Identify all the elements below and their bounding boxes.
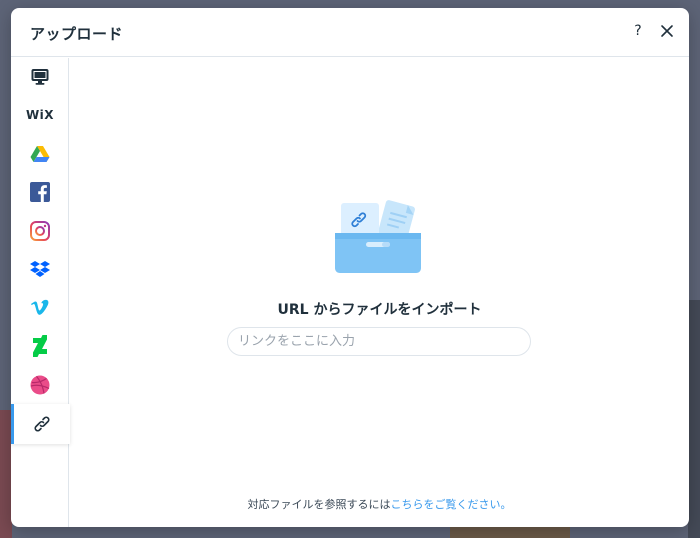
vimeo-icon [31, 299, 49, 315]
link-icon [34, 416, 50, 432]
facebook-icon [30, 182, 50, 202]
google-drive-icon [30, 146, 50, 162]
upload-modal: アップロード ? WiX URL からファイルをインポート リンクをここに入力 … [11, 8, 689, 527]
sidebar-item-instagram[interactable] [11, 212, 69, 250]
deviantart-icon [33, 335, 47, 357]
close-button[interactable] [656, 20, 678, 42]
sidebar-item-vimeo[interactable] [11, 289, 69, 327]
sidebar-item-dropbox[interactable] [11, 250, 69, 288]
supported-files-text: 対応ファイルを参照するには [247, 498, 391, 511]
dropbox-icon [30, 261, 50, 277]
sidebar-item-wix[interactable]: WiX [11, 96, 69, 134]
upload-source-sidebar: WiX [11, 58, 70, 527]
supported-files-link[interactable]: こちらをご覧ください。 [391, 498, 512, 511]
sidebar-item-my-computer[interactable] [11, 58, 69, 96]
sidebar-item-deviantart[interactable] [11, 327, 69, 365]
sidebar-item-facebook[interactable] [11, 173, 69, 211]
backdrop-fragment [450, 527, 570, 538]
dribbble-icon [30, 375, 50, 395]
url-input[interactable] [227, 327, 531, 356]
backdrop-fragment [688, 300, 700, 538]
close-icon [661, 25, 673, 37]
sidebar-item-google-drive[interactable] [11, 135, 69, 173]
folder-with-link-illustration [335, 200, 421, 273]
sidebar-item-url-import[interactable] [11, 404, 70, 444]
wix-logo-icon: WiX [25, 108, 55, 122]
import-heading: URL からファイルをインポート [277, 302, 482, 318]
instagram-icon [30, 221, 50, 241]
monitor-icon [31, 69, 49, 85]
help-button[interactable]: ? [627, 20, 649, 42]
supported-files-note: 対応ファイルを参照するにはこちらをご覧ください。 [70, 496, 689, 512]
modal-header: アップロード ? [11, 8, 689, 57]
modal-title: アップロード [30, 25, 124, 43]
sidebar-item-dribbble[interactable] [11, 366, 69, 404]
url-import-panel: URL からファイルをインポート 対応ファイルを参照するにはこちらをご覧ください… [70, 58, 689, 527]
